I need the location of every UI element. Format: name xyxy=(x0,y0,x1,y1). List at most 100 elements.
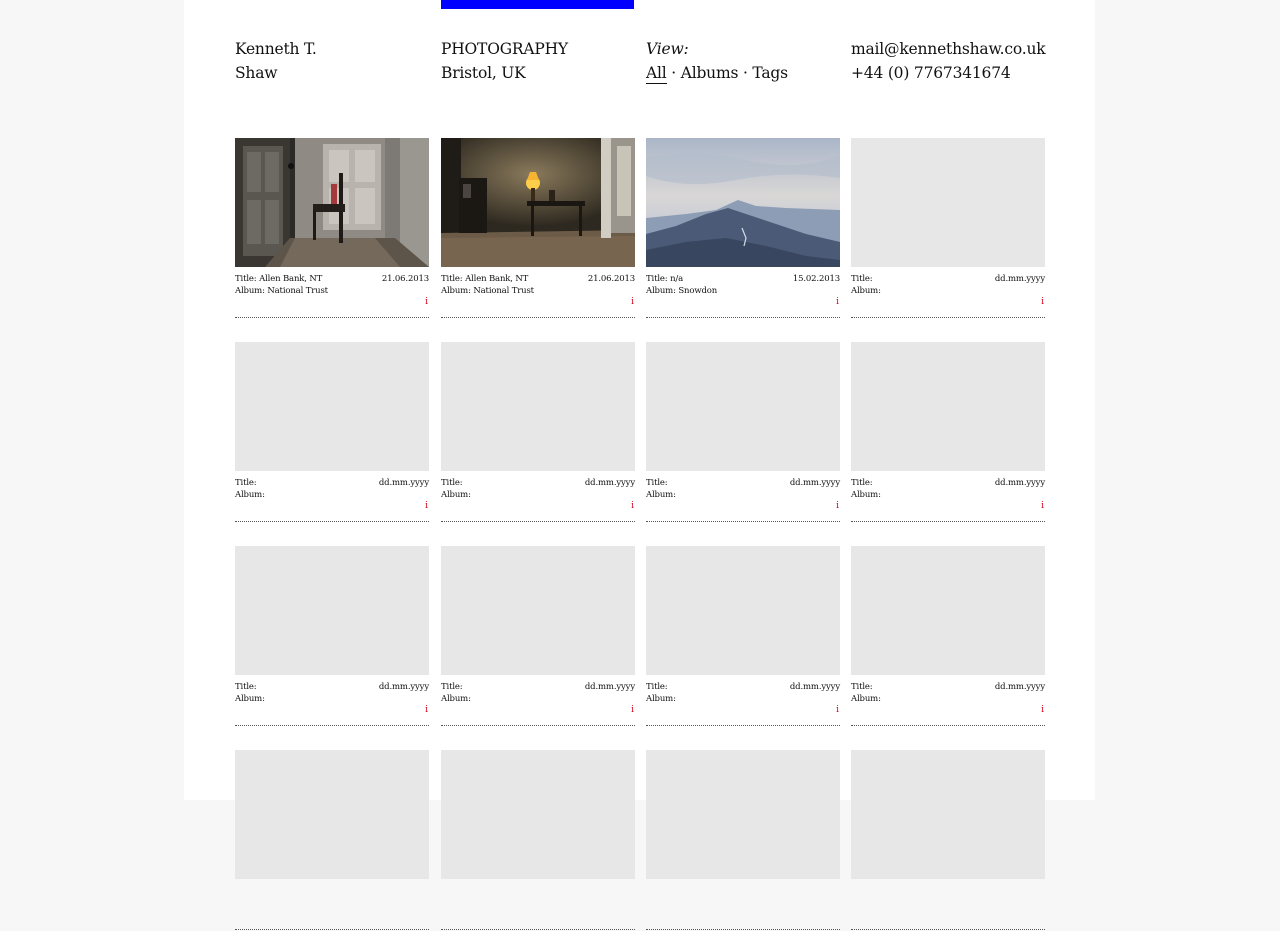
view-label: View: xyxy=(646,40,689,58)
accent-bar xyxy=(441,0,634,9)
photo-placeholder[interactable] xyxy=(646,546,840,675)
photo-album: Album: xyxy=(646,694,676,704)
photo-placeholder[interactable] xyxy=(646,750,840,879)
info-icon[interactable]: i xyxy=(631,501,634,511)
photo-card: Title: Album: dd.mm.yyyy i xyxy=(441,342,635,523)
photo-placeholder[interactable] xyxy=(646,342,840,471)
photo-thumbnail[interactable] xyxy=(646,138,840,267)
photo-album: Album: National Trust xyxy=(235,286,328,296)
photo-title: Title: n/a xyxy=(646,274,684,284)
photo-card: Title: Album: dd.mm.yyyy i xyxy=(851,138,1045,319)
discipline-block: PHOTOGRAPHY Bristol, UK xyxy=(441,37,635,85)
photo-card: Title: Album: dd.mm.yyyy i xyxy=(235,546,429,727)
photo-title: Title: xyxy=(851,274,873,284)
photo-placeholder[interactable] xyxy=(851,546,1045,675)
photo-date: dd.mm.yyyy xyxy=(994,682,1045,692)
photo-placeholder[interactable] xyxy=(235,546,429,675)
photo-card: Title: Allen Bank, NT Album: National Tru… xyxy=(235,138,429,319)
photo-placeholder[interactable] xyxy=(235,750,429,879)
photo-date: dd.mm.yyyy xyxy=(994,478,1045,488)
info-icon[interactable]: i xyxy=(1041,705,1044,715)
view-all-link[interactable]: All xyxy=(646,64,667,84)
card-divider xyxy=(646,317,840,318)
card-divider xyxy=(441,929,635,930)
info-icon[interactable]: i xyxy=(631,297,634,307)
photo-thumbnail[interactable] xyxy=(441,138,635,267)
photo-title: Title: xyxy=(441,478,463,488)
photo-title: Title: xyxy=(646,478,668,488)
photo-album: Album: xyxy=(646,490,676,500)
name-line-1: Kenneth T. xyxy=(235,40,317,58)
card-divider xyxy=(646,521,840,522)
photo-card: Title: Album: dd.mm.yyyy i xyxy=(235,342,429,523)
photo-placeholder[interactable] xyxy=(441,546,635,675)
photo-date: dd.mm.yyyy xyxy=(584,682,635,692)
photo-album: Album: xyxy=(235,490,265,500)
photo-thumbnail[interactable] xyxy=(235,138,429,267)
photo-date: 21.06.2013 xyxy=(381,274,429,284)
info-icon[interactable]: i xyxy=(836,501,839,511)
info-icon[interactable]: i xyxy=(425,705,428,715)
photo-title: Title: xyxy=(235,682,257,692)
photo-album: Album: xyxy=(851,286,881,296)
view-separator: · xyxy=(666,64,681,82)
info-icon[interactable]: i xyxy=(1041,501,1044,511)
photo-card xyxy=(235,750,429,931)
card-divider xyxy=(441,317,635,318)
email-link[interactable]: mail@kennethshaw.co.uk xyxy=(851,37,1046,61)
view-tags-link[interactable]: Tags xyxy=(752,64,788,82)
photo-date: dd.mm.yyyy xyxy=(789,682,840,692)
photo-placeholder[interactable] xyxy=(441,342,635,471)
card-divider xyxy=(441,521,635,522)
photo-placeholder[interactable] xyxy=(851,750,1045,879)
card-divider xyxy=(646,725,840,726)
name-line-2: Shaw xyxy=(235,64,278,82)
phone-number: +44 (0) 7767341674 xyxy=(851,64,1011,82)
card-divider xyxy=(851,317,1045,318)
photo-card: Title: Allen Bank, NT Album: National Tru… xyxy=(441,138,635,319)
photo-card xyxy=(851,750,1045,931)
photo-date: dd.mm.yyyy xyxy=(378,682,429,692)
card-divider xyxy=(646,929,840,930)
photo-date: dd.mm.yyyy xyxy=(789,478,840,488)
photo-title: Title: xyxy=(851,478,873,488)
photo-album: Album: xyxy=(851,694,881,704)
photo-placeholder[interactable] xyxy=(235,342,429,471)
photo-title: Title: xyxy=(646,682,668,692)
photo-placeholder[interactable] xyxy=(851,138,1045,267)
photo-album: Album: xyxy=(235,694,265,704)
view-albums-link[interactable]: Albums xyxy=(681,64,739,82)
info-icon[interactable]: i xyxy=(836,297,839,307)
discipline-label: PHOTOGRAPHY xyxy=(441,40,568,58)
info-icon[interactable]: i xyxy=(1041,297,1044,307)
card-divider xyxy=(441,725,635,726)
view-separator: · xyxy=(738,64,753,82)
info-icon[interactable]: i xyxy=(425,297,428,307)
photo-date: 21.06.2013 xyxy=(587,274,635,284)
photo-card: Title: n/a Album: Snowdon 15.02.2013 i xyxy=(646,138,840,319)
photo-date: dd.mm.yyyy xyxy=(994,274,1045,284)
photo-date: dd.mm.yyyy xyxy=(378,478,429,488)
card-divider xyxy=(235,521,429,522)
photo-card: Title: Album: dd.mm.yyyy i xyxy=(851,342,1045,523)
info-icon[interactable]: i xyxy=(836,705,839,715)
photo-card: Title: Album: dd.mm.yyyy i xyxy=(646,546,840,727)
photo-placeholder[interactable] xyxy=(441,750,635,879)
photo-card: Title: Album: dd.mm.yyyy i xyxy=(441,546,635,727)
card-divider xyxy=(851,521,1045,522)
card-divider xyxy=(235,317,429,318)
photo-title: Title: Allen Bank, NT xyxy=(441,274,529,284)
info-icon[interactable]: i xyxy=(631,705,634,715)
photo-title: Title: xyxy=(441,682,463,692)
photo-placeholder[interactable] xyxy=(851,342,1045,471)
info-icon[interactable]: i xyxy=(425,501,428,511)
photo-card: Title: Album: dd.mm.yyyy i xyxy=(851,546,1045,727)
name-block: Kenneth T. Shaw xyxy=(235,37,429,85)
view-nav: View: All · Albums · Tags xyxy=(646,37,840,85)
photo-album: Album: National Trust xyxy=(441,286,534,296)
card-divider xyxy=(235,725,429,726)
photo-title: Title: xyxy=(235,478,257,488)
page-sheet: Kenneth T. Shaw PHOTOGRAPHY Bristol, UK … xyxy=(184,0,1095,930)
location-label: Bristol, UK xyxy=(441,64,526,82)
photo-card xyxy=(646,750,840,931)
